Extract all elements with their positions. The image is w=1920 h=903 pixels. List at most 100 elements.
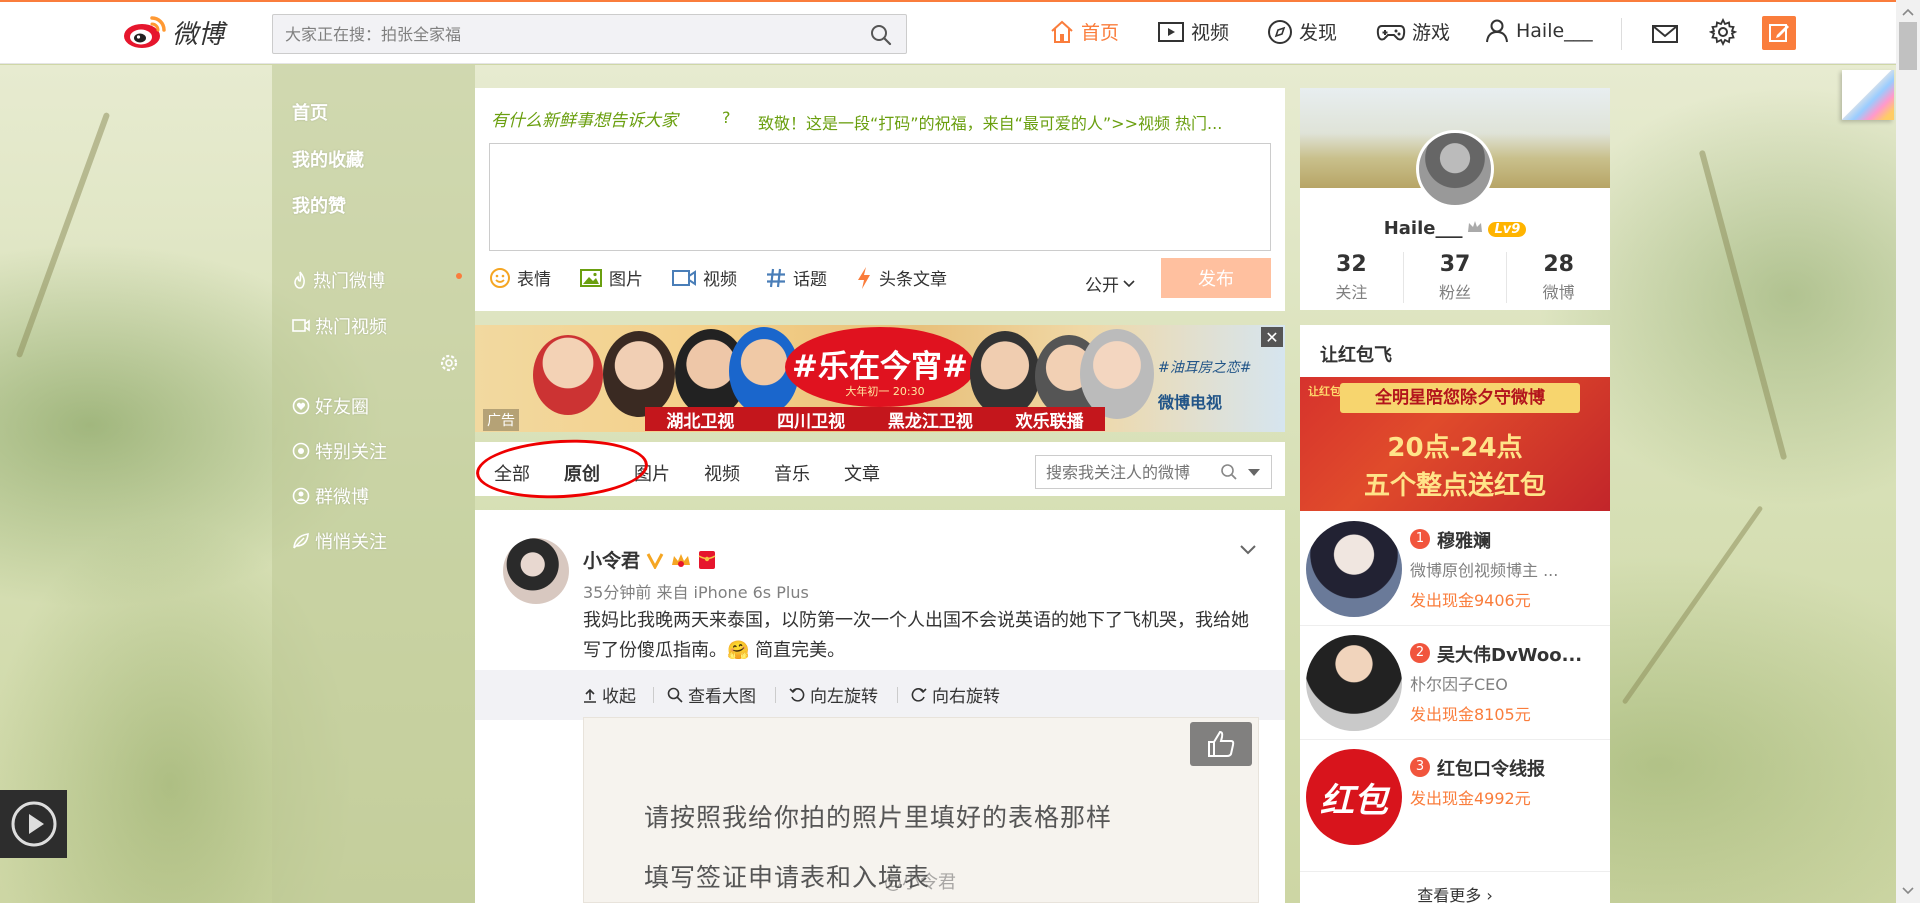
nav-discover-label: 发现 (1299, 22, 1338, 44)
avatar[interactable] (1416, 130, 1494, 208)
ad-banner[interactable]: #乐在今宵# 大年初一 20:30 湖北卫视 四川卫视 黑龙江卫视 欢乐联播 #… (475, 325, 1285, 432)
ad-channel-strip: 湖北卫视 四川卫视 黑龙江卫视 欢乐联播 (645, 407, 1105, 432)
scrollbar-thumb[interactable] (1899, 22, 1917, 70)
tab-videos[interactable]: 视频 (704, 460, 740, 486)
stat-following[interactable]: 32 关注 (1300, 252, 1403, 303)
tab-articles[interactable]: 文章 (844, 460, 880, 486)
corner-skin-sticker[interactable] (1842, 70, 1894, 120)
scroll-down-arrow-icon[interactable] (1902, 883, 1914, 899)
gamepad-icon (1376, 20, 1406, 44)
like-thumbs-up-button[interactable] (1190, 722, 1252, 766)
help-question-icon[interactable]: ? (722, 108, 738, 127)
edit-icon (1769, 24, 1789, 42)
top-navigation-bar: 微博 首页 视频 发现 游戏 Haile___ (0, 2, 1920, 64)
profile-card: Haile___ Lv9 32 关注 37 粉丝 28 微博 (1300, 88, 1610, 310)
post-image[interactable]: 请按照我给你拍的照片里填好的表格那样 填写签证申请表和入境表 @小令君 (583, 717, 1259, 903)
ad-label: 广告 (483, 409, 519, 431)
rank-name[interactable]: 红包口令线报 (1437, 755, 1597, 781)
see-more-link[interactable]: 查看更多 › (1300, 871, 1610, 903)
stat-posts[interactable]: 28 微博 (1506, 252, 1610, 303)
stat-label: 粉丝 (1439, 283, 1472, 302)
compose-button[interactable] (1762, 16, 1796, 50)
global-search-input[interactable] (273, 15, 857, 53)
headline-article-tool-button[interactable]: 头条文章 (855, 265, 947, 290)
rank-name[interactable]: 吴大伟DvWoo... (1437, 641, 1597, 667)
avatar[interactable] (1306, 635, 1402, 731)
nav-games[interactable]: 游戏 (1376, 18, 1450, 45)
image-tool-button[interactable]: 图片 (579, 265, 643, 290)
view-large-image-button[interactable]: 查看大图 (667, 682, 756, 707)
sidebar-item-label: 悄悄关注 (315, 532, 387, 553)
avatar[interactable] (1306, 521, 1402, 617)
settings-gear-icon[interactable] (1708, 17, 1738, 50)
publish-button[interactable]: 发布 (1161, 258, 1271, 298)
feed-search-input[interactable] (1036, 456, 1236, 488)
page-scrollbar[interactable] (1896, 0, 1920, 903)
level-badge[interactable]: Lv9 (1488, 221, 1527, 237)
red-packet-banner[interactable]: 让红包飞 全明星陪您除夕守微博 20点-24点 五个整点送红包 (1300, 377, 1610, 511)
nav-video[interactable]: 视频 (1157, 18, 1229, 45)
search-icon[interactable] (870, 24, 892, 50)
lightning-icon (855, 266, 873, 290)
video-tool-button[interactable]: 视频 (671, 265, 737, 290)
nav-discover[interactable]: 发现 (1267, 18, 1337, 45)
sidebar-item-label: 首页 (292, 103, 328, 124)
post-composer: 有什么新鲜事想告诉大家 ? 致敬！这是一段“打码”的祝福，来自“最可爱的人”>>… (475, 88, 1285, 311)
caret-down-icon[interactable] (1248, 469, 1260, 476)
rotate-right-button[interactable]: 向右旋转 (911, 682, 1000, 707)
red-packet-module: 让红包飞 让红包飞 全明星陪您除夕守微博 20点-24点 五个整点送红包 1 穆… (1300, 325, 1610, 903)
sidebar-item-friends-circle[interactable]: 好友圈 (292, 393, 369, 419)
heart-circle-icon (292, 397, 310, 415)
emoji-tool-button[interactable]: 表情 (489, 265, 551, 290)
composer-title: 有什么新鲜事想告诉大家 (491, 111, 678, 131)
rotate-left-button[interactable]: 向左旋转 (789, 682, 878, 707)
sidebar-item-special-follow[interactable]: 特别关注 (292, 438, 387, 464)
image-tool-label: 图片 (609, 270, 643, 290)
weibo-logo[interactable]: 微博 (122, 12, 242, 52)
sidebar-item-likes[interactable]: 我的赞 (292, 192, 346, 218)
nav-games-label: 游戏 (1412, 22, 1451, 44)
sidebar-item-home[interactable]: 首页 (292, 99, 328, 125)
sidebar-item-hot-video[interactable]: 热门视频 (292, 313, 387, 339)
rotate-right-label: 向右旋转 (932, 687, 1000, 707)
avatar[interactable] (503, 538, 569, 604)
collapse-button[interactable]: 收起 (583, 682, 636, 707)
rank-number: 3 (1410, 757, 1430, 777)
nav-user-profile[interactable]: Haile___ (1484, 18, 1593, 44)
avatar-logo-text: 红包 (1320, 780, 1388, 821)
smiley-icon (489, 267, 511, 289)
visibility-dropdown[interactable]: 公开 (1085, 271, 1135, 296)
mail-icon[interactable] (1651, 22, 1679, 50)
topic-tool-button[interactable]: 话题 (765, 265, 827, 290)
ranking-item[interactable]: 1 穆雅斓 微博原创视频博主 ... 发出现金9406元 (1300, 511, 1610, 625)
search-icon[interactable] (1220, 463, 1238, 485)
post-author-name[interactable]: 小令君 (583, 546, 640, 573)
arrow-up-icon (583, 687, 597, 703)
nav-video-label: 视频 (1191, 22, 1230, 44)
ad-close-icon[interactable]: ✕ (1261, 327, 1283, 347)
ad-person-image (603, 331, 675, 417)
profile-username[interactable]: Haile___ (1384, 218, 1463, 239)
sidebar-item-quiet-follow[interactable]: 悄悄关注 (292, 528, 387, 554)
ranking-item[interactable]: 红包 3 红包口令线报 发出现金4992元 (1300, 739, 1610, 853)
composer-textarea[interactable] (489, 143, 1271, 251)
composer-hot-topic-link[interactable]: 致敬！这是一段“打码”的祝福，来自“最可爱的人”>>视频 热门... (758, 110, 1270, 134)
tab-music[interactable]: 音乐 (774, 460, 810, 486)
sidebar-item-group-weibo[interactable]: 群微博 (292, 483, 369, 509)
rank-cash: 发出现金8105元 (1410, 705, 1531, 724)
floating-video-player-button[interactable] (0, 790, 67, 858)
nav-home[interactable]: 首页 (1049, 18, 1119, 45)
ranking-item[interactable]: 2 吴大伟DvWoo... 朴尔因子CEO 发出现金8105元 (1300, 625, 1610, 739)
ad-brand-name: 微博电视 (1158, 393, 1223, 412)
rank-name[interactable]: 穆雅斓 (1437, 527, 1597, 553)
stat-followers[interactable]: 37 粉丝 (1402, 252, 1507, 303)
rotate-left-label: 向左旋转 (810, 687, 878, 707)
chevron-down-icon[interactable] (1239, 544, 1257, 560)
scroll-up-arrow-icon[interactable] (1902, 4, 1914, 20)
ad-channel: 湖北卫视 (666, 411, 735, 432)
global-search-box (272, 14, 907, 54)
sidebar-item-hot-weibo[interactable]: 热门微博 (292, 267, 385, 293)
sidebar-item-favorites[interactable]: 我的收藏 (292, 146, 364, 172)
avatar[interactable]: 红包 (1306, 749, 1402, 845)
sidebar-settings-gear-icon[interactable] (440, 354, 458, 376)
